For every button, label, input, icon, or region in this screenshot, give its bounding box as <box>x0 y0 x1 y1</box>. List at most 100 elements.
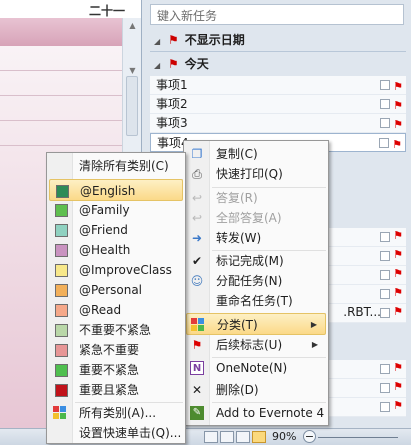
flag-icon[interactable]: ⚑ <box>393 96 403 115</box>
flag-icon[interactable]: ⚑ <box>393 305 403 318</box>
task-checkbox[interactable] <box>379 138 389 148</box>
menu-item-reply[interactable]: ↩ 答复(R) <box>186 187 326 209</box>
flag-icon[interactable]: ⚑ <box>393 380 403 393</box>
menu-item-copy[interactable]: ❐ 复制(C) <box>186 143 326 165</box>
task-checkbox[interactable] <box>380 80 390 90</box>
group-header-today[interactable]: ◢ ⚑ 今天 <box>154 54 209 74</box>
menu-item-categorize[interactable]: 分类(T) ▶ <box>186 313 326 335</box>
category-item-english[interactable]: @English <box>49 179 183 201</box>
task-item[interactable]: 事项2 ⚑ <box>150 95 406 114</box>
scroll-up-icon[interactable]: ▲ <box>123 18 141 33</box>
category-color-swatch <box>55 264 68 277</box>
task-checkbox[interactable] <box>380 251 390 261</box>
print-icon: ⎙ <box>192 167 202 181</box>
task-checkbox[interactable] <box>380 118 390 128</box>
menu-item-quick-print[interactable]: ⎙ 快速打印(Q) <box>186 163 326 185</box>
assign-task-icon: ☺ <box>190 274 204 288</box>
category-item-urgent-not-important[interactable]: 紧急不重要 <box>49 339 183 361</box>
task-checkbox[interactable] <box>380 232 390 242</box>
task-checkbox[interactable] <box>380 270 390 280</box>
menu-item-follow-up[interactable]: ⚑ 后续标志(U) ▶ <box>186 334 326 356</box>
view-active-button[interactable] <box>252 431 266 443</box>
category-item-family[interactable]: @Family <box>49 199 183 221</box>
flag-icon[interactable]: ⚑ <box>393 248 403 261</box>
delete-icon: ✕ <box>191 383 203 397</box>
menu-item-forward[interactable]: ➜ 转发(W) <box>186 227 326 249</box>
view-compact-button[interactable] <box>236 431 250 443</box>
group-separator <box>150 51 406 52</box>
submenu-arrow-icon: ▶ <box>311 340 318 349</box>
menu-item-assign-task[interactable]: ☺ 分配任务(N) <box>186 270 326 292</box>
flag-icon[interactable]: ⚑ <box>393 77 403 96</box>
flag-icon: ⚑ <box>191 338 203 352</box>
task-checkbox[interactable] <box>380 99 390 109</box>
task-item[interactable]: 事项1 ⚑ <box>150 76 406 95</box>
category-item-health[interactable]: @Health <box>49 239 183 261</box>
forward-icon: ➜ <box>191 231 203 245</box>
task-item[interactable]: 事项3 ⚑ <box>150 114 406 133</box>
category-item-read[interactable]: @Read <box>49 299 183 321</box>
category-color-swatch <box>55 364 68 377</box>
day-label: 二十一 <box>88 4 125 18</box>
category-item-friend[interactable]: @Friend <box>49 219 183 241</box>
flag-icon[interactable]: ⚑ <box>393 286 403 299</box>
category-item-not-important-not-urgent[interactable]: 不重要不紧急 <box>49 319 183 341</box>
menu-item-set-quick-click[interactable]: 设置快速单击(Q)... <box>49 422 183 444</box>
menu-item-delete[interactable]: ✕ 删除(D) <box>186 379 326 401</box>
group-header-no-date[interactable]: ◢ ⚑ 不显示日期 <box>154 30 245 50</box>
zoom-slider[interactable] <box>318 437 398 438</box>
checkmark-icon: ✔ <box>191 254 203 268</box>
flag-icon[interactable]: ⚑ <box>392 135 402 154</box>
truncated-task-text: .RBT... <box>343 305 381 319</box>
task-checkbox[interactable] <box>380 289 390 299</box>
evernote-icon: ✎ <box>190 406 204 420</box>
reply-all-icon: ↩ <box>191 211 203 225</box>
flag-icon[interactable]: ⚑ <box>393 267 403 280</box>
menu-item-mark-complete[interactable]: ✔ 标记完成(M) <box>186 250 326 272</box>
menu-item-add-to-evernote[interactable]: ✎ Add to Evernote 4 <box>186 402 326 424</box>
flag-icon[interactable]: ⚑ <box>393 399 403 412</box>
task-checkbox[interactable] <box>380 308 390 318</box>
menu-item-clear-all-categories[interactable]: 清除所有类别(C) <box>49 155 183 177</box>
grid-line <box>0 95 122 96</box>
menu-item-all-categories[interactable]: 所有类别(A)... <box>49 402 183 424</box>
flag-icon[interactable]: ⚑ <box>393 361 403 374</box>
task-checkbox[interactable] <box>380 402 390 412</box>
zoom-level[interactable]: 90% <box>272 430 296 443</box>
collapse-triangle-icon[interactable]: ◢ <box>154 32 168 52</box>
task-checkbox[interactable] <box>380 364 390 374</box>
view-reading-button[interactable] <box>220 431 234 443</box>
category-color-swatch <box>55 344 68 357</box>
category-color-swatch <box>55 204 68 217</box>
flag-icon: ⚑ <box>168 57 179 71</box>
category-color-swatch <box>55 324 68 337</box>
view-normal-button[interactable] <box>204 431 218 443</box>
copy-icon: ❐ <box>191 147 203 161</box>
flag-icon: ⚑ <box>168 33 179 47</box>
category-item-important-not-urgent[interactable]: 重要不紧急 <box>49 359 183 381</box>
day-header-bar <box>0 18 122 46</box>
collapse-triangle-icon[interactable]: ◢ <box>154 56 168 76</box>
menu-item-rename-task[interactable]: 重命名任务(T) <box>186 290 326 312</box>
category-color-swatch <box>55 244 68 257</box>
onenote-icon: N <box>190 361 204 375</box>
category-item-personal[interactable]: @Personal <box>49 279 183 301</box>
category-item-important-and-urgent[interactable]: 重要且紧急 <box>49 379 183 401</box>
task-context-menu: ❐ 复制(C) ⎙ 快速打印(Q) ↩ 答复(R) ↩ 全部答复(A) ➜ 转发… <box>183 140 329 426</box>
reply-icon: ↩ <box>191 191 203 205</box>
grid-line <box>0 70 122 71</box>
zoom-out-icon[interactable]: − <box>303 430 316 443</box>
submenu-arrow-icon: ▶ <box>310 320 317 329</box>
scrollbar-thumb[interactable] <box>126 76 138 136</box>
categorize-icon <box>191 318 205 332</box>
task-checkbox[interactable] <box>380 383 390 393</box>
categorize-icon <box>53 406 67 420</box>
menu-item-reply-all[interactable]: ↩ 全部答复(A) <box>186 207 326 229</box>
category-item-improveclass[interactable]: @ImproveClass <box>49 259 183 281</box>
flag-icon[interactable]: ⚑ <box>393 229 403 242</box>
flag-icon[interactable]: ⚑ <box>393 115 403 134</box>
menu-item-onenote[interactable]: N OneNote(N) <box>186 357 326 379</box>
category-color-swatch <box>55 284 68 297</box>
new-task-input[interactable]: 键入新任务 <box>150 4 404 25</box>
category-color-swatch <box>55 304 68 317</box>
